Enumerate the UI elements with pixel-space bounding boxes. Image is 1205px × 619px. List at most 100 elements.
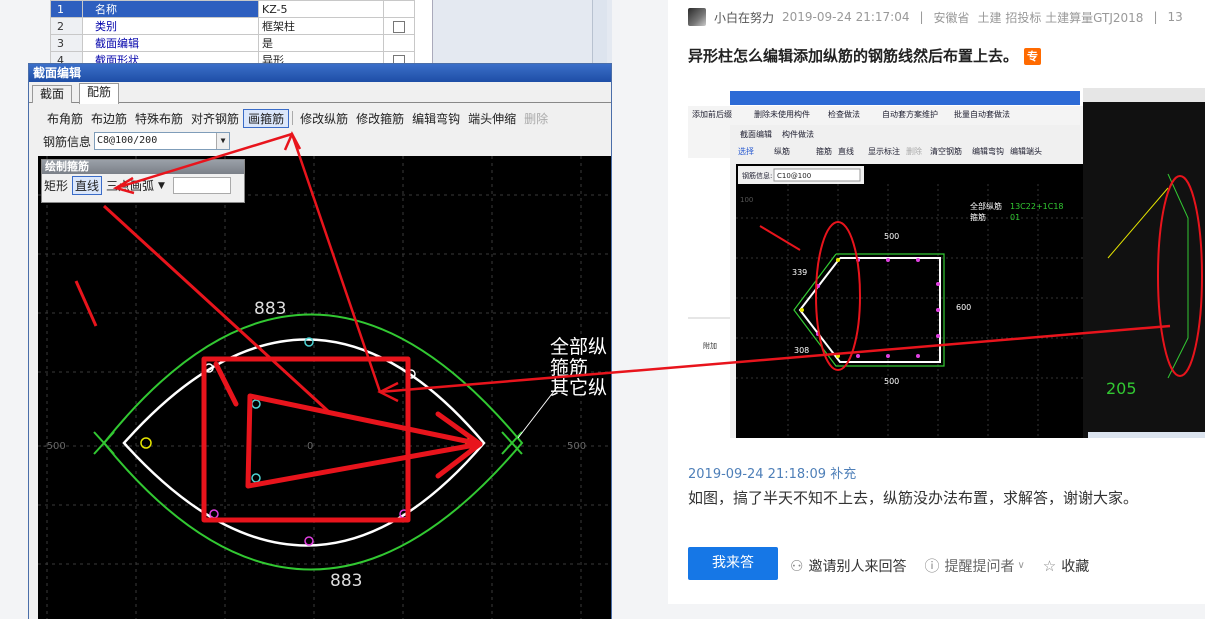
cad-canvas[interactable]: -500 0 500 883 883 全部纵 箍筋 其它纵 绘制箍筋 矩形 直线… xyxy=(38,156,611,619)
supplement-text: 如图，搞了半天不知不上去，纵筋没办法布置，求解答，谢谢大家。 xyxy=(688,489,1139,507)
modify-long-rebar-button[interactable]: 修改纵筋 xyxy=(296,110,352,127)
collect-button[interactable]: ☆ 收藏 xyxy=(1043,556,1089,576)
tab-rebar[interactable]: 配筋 xyxy=(79,83,120,104)
img-dim-308: 308 xyxy=(794,346,809,355)
table-row[interactable]: 1 名称 KZ-5 xyxy=(50,0,415,18)
edit-hook-button[interactable]: 编辑弯钩 xyxy=(408,110,464,127)
view-count: 13 xyxy=(1167,10,1183,24)
invite-button[interactable]: ⚇ 邀请别人来回答 xyxy=(790,556,906,576)
meta-divider: | xyxy=(919,10,924,24)
img-legend-all-val: 13C22+1C18 xyxy=(1010,202,1064,211)
question-title-text: 异形柱怎么编辑添加纵筋的钢筋线然后布置上去。 xyxy=(688,47,1019,65)
collect-label: 收藏 xyxy=(1061,558,1090,575)
supplement-time: 2019-09-24 21:18:09 补充 xyxy=(688,467,857,482)
question-image-drawing: 添加前后缀 删除未使用构件 检查做法 自动套方案维护 批量自动套做法 截面编辑 … xyxy=(688,88,1205,438)
delete-button[interactable]: 删除 xyxy=(520,110,552,127)
property-checkbox-cell xyxy=(383,34,415,52)
img-tab-0: 截面编辑 xyxy=(740,129,772,139)
img-toolbar-3: 自动套方案维护 xyxy=(882,109,938,119)
corner-rebar-button[interactable]: 布角筋 xyxy=(43,110,87,127)
chevron-down-icon[interactable]: ▼ xyxy=(216,133,230,149)
special-rebar-button[interactable]: 特殊布筋 xyxy=(131,110,187,127)
property-name: 类别 xyxy=(82,17,259,35)
draw-panel-title: 绘制箍筋 xyxy=(42,160,244,174)
invite-label: 邀请别人来回答 xyxy=(808,558,907,575)
question-title: 异形柱怎么编辑添加纵筋的钢筋线然后布置上去。专 xyxy=(688,45,1042,66)
property-value[interactable]: 是 xyxy=(258,34,384,52)
line-mode-button[interactable]: 直线 xyxy=(72,176,103,195)
info-icon: ⓘ xyxy=(924,557,940,575)
chevron-down-icon: ∨ xyxy=(1017,560,1025,571)
img-dim-500-top: 500 xyxy=(884,232,899,241)
row-number: 3 xyxy=(50,34,83,52)
end-stretch-button[interactable]: 端头伸缩 xyxy=(464,110,520,127)
author-name[interactable]: 小白在努力 xyxy=(714,9,774,26)
align-rebar-button[interactable]: 对齐钢筋 xyxy=(187,110,243,127)
table-row[interactable]: 2 类别 框架柱 xyxy=(50,17,415,35)
toolbar-divider xyxy=(292,111,294,125)
img-toolbar-1: 删除未使用构件 xyxy=(754,109,810,119)
label-line-3: 其它纵 xyxy=(550,377,607,399)
rebar-info-combo[interactable]: C8@100/200 ▼ xyxy=(94,132,231,150)
img-tool-3: 直线 xyxy=(838,146,854,156)
img-toolbar-0: 添加前后缀 xyxy=(692,109,732,119)
answer-button[interactable]: 我来答 xyxy=(688,547,778,580)
add-user-icon: ⚇ xyxy=(790,556,804,575)
img-tool-0: 选择 xyxy=(738,146,754,156)
software-screenshot: 1 名称 KZ-5 2 类别 框架柱 3 截面编辑 是 4 截面形状 异形 截面… xyxy=(0,0,612,619)
img-dim-600: 600 xyxy=(956,303,971,312)
dialog-tabs: 截面 配筋 xyxy=(29,82,611,104)
location: 安徽省 xyxy=(933,10,970,25)
dim-bottom-label: 883 xyxy=(330,571,362,591)
img-rebar-value: C10@100 xyxy=(777,172,811,180)
rebar-info-label: 钢筋信息 xyxy=(43,134,92,149)
question-card: 小白在努力 2019-09-24 21:17:04 | 安徽省 土建 招投标 土… xyxy=(668,0,1205,604)
question-image[interactable]: 添加前后缀 删除未使用构件 检查做法 自动套方案维护 批量自动套做法 截面编辑 … xyxy=(688,88,1205,438)
property-checkbox[interactable] xyxy=(393,20,405,33)
property-value[interactable]: KZ-5 xyxy=(258,0,384,18)
rectangle-mode-button[interactable]: 矩形 xyxy=(44,177,68,194)
property-value[interactable]: 框架柱 xyxy=(258,17,384,35)
img-tool-5: 删除 xyxy=(906,146,922,156)
option-dropdown[interactable] xyxy=(172,177,231,194)
img-legend-stirrup-val: 01 xyxy=(1010,213,1020,222)
property-checkbox-cell xyxy=(383,0,415,18)
avatar[interactable] xyxy=(688,8,706,26)
img-toolbar-2: 检查做法 xyxy=(828,109,860,119)
row-number: 2 xyxy=(50,17,83,35)
img-tool-8: 编辑端头 xyxy=(1010,146,1042,156)
img-tool-2: 箍筋 xyxy=(816,146,832,156)
axis-left-label: -500 xyxy=(43,441,66,452)
question-meta: 小白在努力 2019-09-24 21:17:04 | 安徽省 土建 招投标 土… xyxy=(688,8,1183,26)
img-tab-1: 构件做法 xyxy=(782,129,814,139)
axis-center-label: 0 xyxy=(307,441,313,452)
chevron-down-icon[interactable]: ▼ xyxy=(158,181,165,191)
question-actions: ⚇ 邀请别人来回答 ⓘ 提醒提问者 ∨ ☆ 收藏 xyxy=(790,555,1107,576)
meta-divider: | xyxy=(1153,10,1158,24)
scrollbar[interactable] xyxy=(592,0,607,64)
expert-badge: 专 xyxy=(1024,48,1042,65)
img-side-label: 附加 xyxy=(703,341,717,350)
img-legend-all: 全部纵筋 xyxy=(970,201,1002,211)
property-name: 名称 xyxy=(82,0,259,18)
remind-label: 提醒提问者 xyxy=(944,558,1015,575)
post-date: 2019-09-24 21:17:04 xyxy=(782,10,910,24)
modify-stirrup-button[interactable]: 修改箍筋 xyxy=(352,110,408,127)
tags[interactable]: 土建 招投标 土建算量GTJ2018 xyxy=(978,9,1144,26)
remind-button[interactable]: ⓘ 提醒提问者 ∨ xyxy=(924,555,1024,576)
side-panel xyxy=(432,0,612,64)
img-tool-1: 纵筋 xyxy=(774,146,790,156)
dim-top-label: 883 xyxy=(254,299,286,319)
arc-mode-button[interactable]: 三点画弧 xyxy=(106,177,154,194)
rebar-info-value: C8@100/200 xyxy=(97,135,158,146)
table-row[interactable]: 3 截面编辑 是 xyxy=(50,34,415,52)
star-icon: ☆ xyxy=(1042,556,1057,575)
label-line-2: 箍筋 xyxy=(550,357,588,379)
img-tool-4: 显示标注 xyxy=(868,146,900,156)
draw-stirrup-button[interactable]: 画箍筋 xyxy=(243,108,290,128)
img-toolbar-4: 批量自动套做法 xyxy=(954,109,1010,119)
dialog-title: 截面编辑 xyxy=(29,64,611,82)
section-edit-dialog: 截面编辑 截面 配筋 布角筋 布边筋 特殊布筋 对齐钢筋 画箍筋 修改纵筋 修改… xyxy=(28,63,612,619)
edge-rebar-button[interactable]: 布边筋 xyxy=(87,110,131,127)
tab-section[interactable]: 截面 xyxy=(32,85,73,103)
